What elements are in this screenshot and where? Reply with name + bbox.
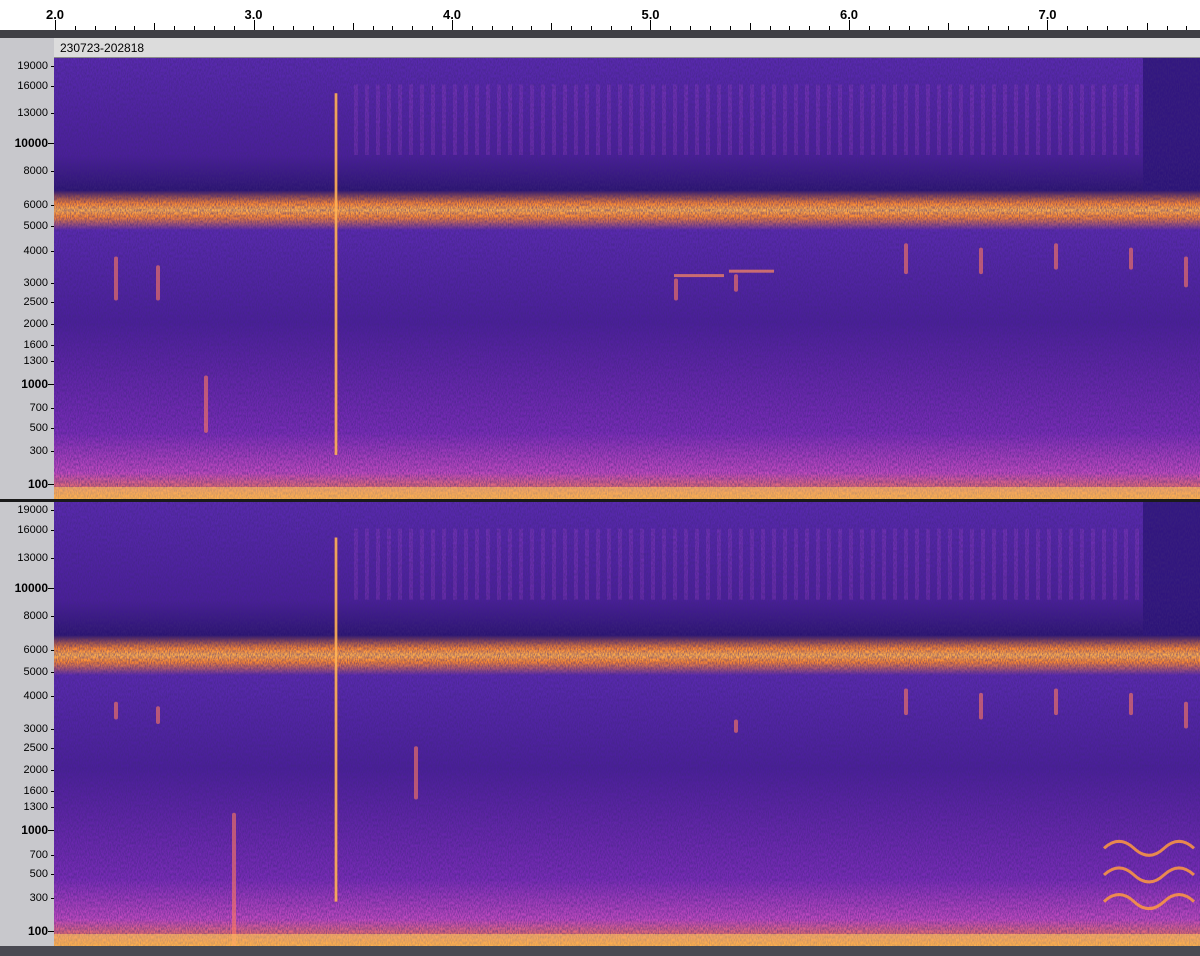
time-tick xyxy=(55,20,56,30)
frequency-axis-channel-1: 19000 16000 13000 10000 8000 6000 5000 4000 3000… xyxy=(0,58,54,499)
time-tick xyxy=(849,20,850,30)
frequency-label: 1600 xyxy=(23,338,48,351)
spectrogram-image xyxy=(54,58,1200,499)
frequency-label: 2500 xyxy=(23,295,48,308)
track-name: 230723-202818 xyxy=(60,41,145,55)
time-tick xyxy=(650,20,651,30)
frequency-label: 5000 xyxy=(23,665,48,678)
time-tick xyxy=(551,23,552,30)
frequency-label: 2000 xyxy=(23,763,48,776)
track-control-gutter[interactable]: 19000 16000 13000 10000 8000 6000 5000 4000 3000… xyxy=(0,38,55,948)
frequency-label: 700 xyxy=(29,848,48,861)
frequency-label: 10000 xyxy=(14,580,48,595)
frequency-label: 16000 xyxy=(17,79,48,92)
time-tick xyxy=(750,23,751,30)
frequency-label: 4000 xyxy=(23,245,48,258)
frequency-label: 16000 xyxy=(17,523,48,536)
frequency-label: 500 xyxy=(29,421,48,434)
timeline-ruler[interactable]: 2.0 3.0 4.0 5.0 6.0 7.0 xyxy=(0,0,1200,31)
ruler-separator xyxy=(0,30,1200,38)
frequency-label: 100 xyxy=(27,477,48,491)
frequency-label: 4000 xyxy=(23,690,48,703)
frequency-label: 1300 xyxy=(23,801,48,814)
frequency-label: 2500 xyxy=(23,741,48,754)
spectrogram-channel-1[interactable] xyxy=(54,58,1200,499)
track-name-bar[interactable]: 230723-202818 xyxy=(54,38,1200,58)
frequency-label: 300 xyxy=(29,891,48,904)
frequency-label: 5000 xyxy=(23,220,48,233)
time-tick xyxy=(254,20,255,30)
spectrogram-image xyxy=(54,502,1200,946)
frequency-label: 6000 xyxy=(23,198,48,211)
time-tick xyxy=(154,23,155,30)
frequency-label: 2000 xyxy=(23,317,48,330)
bottom-scroll-area[interactable] xyxy=(0,946,1200,956)
frequency-label: 13000 xyxy=(17,551,48,564)
frequency-label: 6000 xyxy=(23,643,48,656)
time-tick xyxy=(948,23,949,30)
frequency-label: 13000 xyxy=(17,107,48,120)
frequency-label: 500 xyxy=(29,868,48,881)
frequency-label: 1000 xyxy=(21,376,48,391)
frequency-label: 1000 xyxy=(21,823,48,838)
time-tick xyxy=(1147,23,1148,30)
time-tick xyxy=(1047,20,1048,30)
frequency-label: 8000 xyxy=(23,165,48,178)
frequency-label: 19000 xyxy=(17,59,48,72)
spectrogram-channel-2[interactable] xyxy=(54,502,1200,946)
frequency-label: 10000 xyxy=(14,136,48,151)
frequency-axis-channel-2: 19000 16000 13000 10000 8000 6000 5000 4000 3000… xyxy=(0,502,54,946)
frequency-label: 1600 xyxy=(23,784,48,797)
frequency-label: 8000 xyxy=(23,610,48,623)
frequency-label: 1300 xyxy=(23,355,48,368)
frequency-label: 700 xyxy=(29,402,48,415)
frequency-label: 300 xyxy=(29,444,48,457)
frequency-label: 3000 xyxy=(23,277,48,290)
time-tick xyxy=(353,23,354,30)
frequency-label: 100 xyxy=(27,923,48,938)
frequency-label: 19000 xyxy=(17,503,48,516)
frequency-label: 3000 xyxy=(23,722,48,735)
time-tick xyxy=(452,20,453,30)
